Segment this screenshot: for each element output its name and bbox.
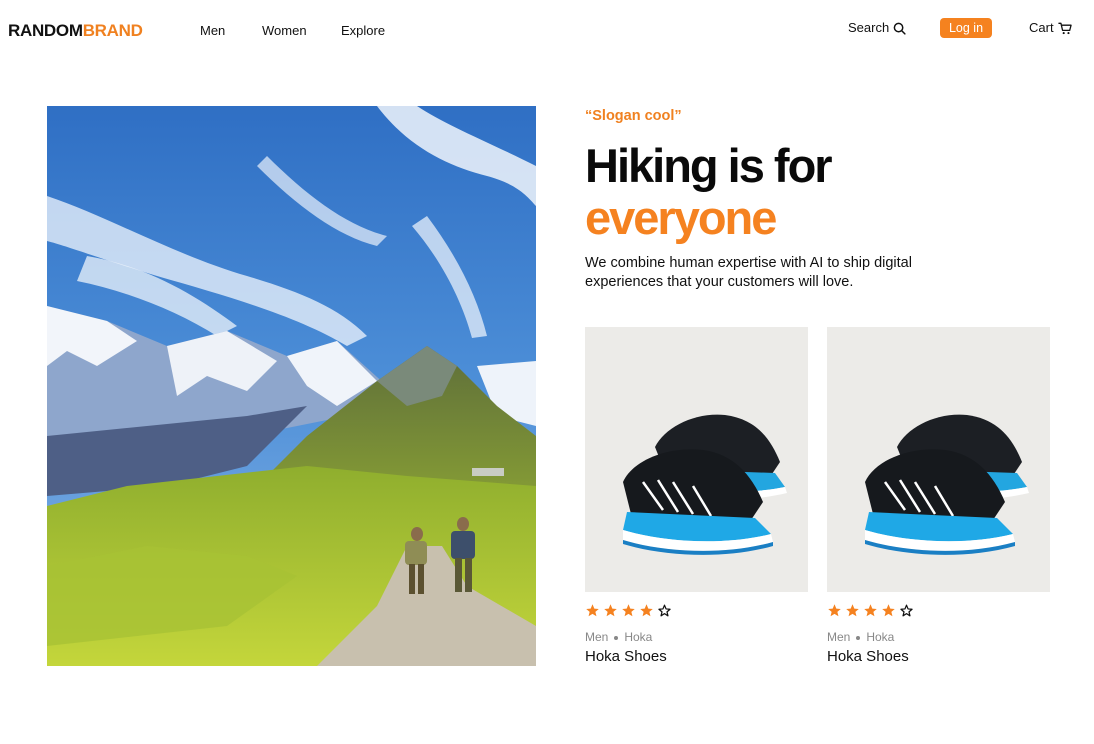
product-image[interactable] xyxy=(585,327,808,592)
hero-description: We combine human expertise with AI to sh… xyxy=(585,255,912,290)
star-filled-icon xyxy=(882,604,895,617)
product-card[interactable]: Men Hoka Hoka Shoes xyxy=(827,327,1050,665)
brand-logo[interactable]: RANDOMBRAND xyxy=(8,21,143,41)
star-filled-icon xyxy=(640,604,653,617)
cart-label: Cart xyxy=(1029,20,1054,35)
login-button[interactable]: Log in xyxy=(940,18,992,38)
product-meta: Men Hoka xyxy=(585,630,652,645)
logo-word-brand: BRAND xyxy=(82,21,143,40)
slogan: “Slogan cool” xyxy=(585,108,682,124)
headline-line-1: Hiking is for xyxy=(585,139,833,192)
star-empty-icon xyxy=(900,604,913,617)
meta-separator-dot xyxy=(856,635,861,640)
hero-headline: Hiking is for everyone xyxy=(585,139,833,244)
nav-explore[interactable]: Explore xyxy=(341,23,385,39)
product-brand: Hoka xyxy=(624,630,653,644)
meta-separator-dot xyxy=(614,635,619,640)
star-filled-icon xyxy=(864,604,877,617)
product-brand: Hoka xyxy=(866,630,895,644)
rating-stars xyxy=(585,603,672,618)
nav-women[interactable]: Women xyxy=(262,23,307,39)
nav-men[interactable]: Men xyxy=(200,23,225,39)
star-filled-icon xyxy=(586,604,599,617)
product-meta: Men Hoka xyxy=(827,630,894,645)
star-filled-icon xyxy=(622,604,635,617)
search-button[interactable]: Search xyxy=(848,20,906,36)
rating-stars xyxy=(827,603,914,618)
product-card[interactable]: Men Hoka Hoka Shoes xyxy=(585,327,808,665)
site-header: RANDOMBRAND Men Women Explore Search Log… xyxy=(0,0,1094,62)
product-title[interactable]: Hoka Shoes xyxy=(585,648,667,666)
cart-icon xyxy=(1057,22,1072,34)
logo-word-random: RANDOM xyxy=(8,21,83,40)
hero-hiking-image xyxy=(47,106,536,666)
product-title[interactable]: Hoka Shoes xyxy=(827,648,909,666)
headline-line-2: everyone xyxy=(585,191,777,244)
star-filled-icon xyxy=(604,604,617,617)
search-icon xyxy=(893,22,906,35)
product-image[interactable] xyxy=(827,327,1050,592)
product-category: Men xyxy=(585,630,609,644)
star-empty-icon xyxy=(658,604,671,617)
product-category: Men xyxy=(827,630,851,644)
cart-button[interactable]: Cart xyxy=(1029,20,1072,36)
star-filled-icon xyxy=(846,604,859,617)
star-filled-icon xyxy=(828,604,841,617)
search-label: Search xyxy=(848,20,890,35)
